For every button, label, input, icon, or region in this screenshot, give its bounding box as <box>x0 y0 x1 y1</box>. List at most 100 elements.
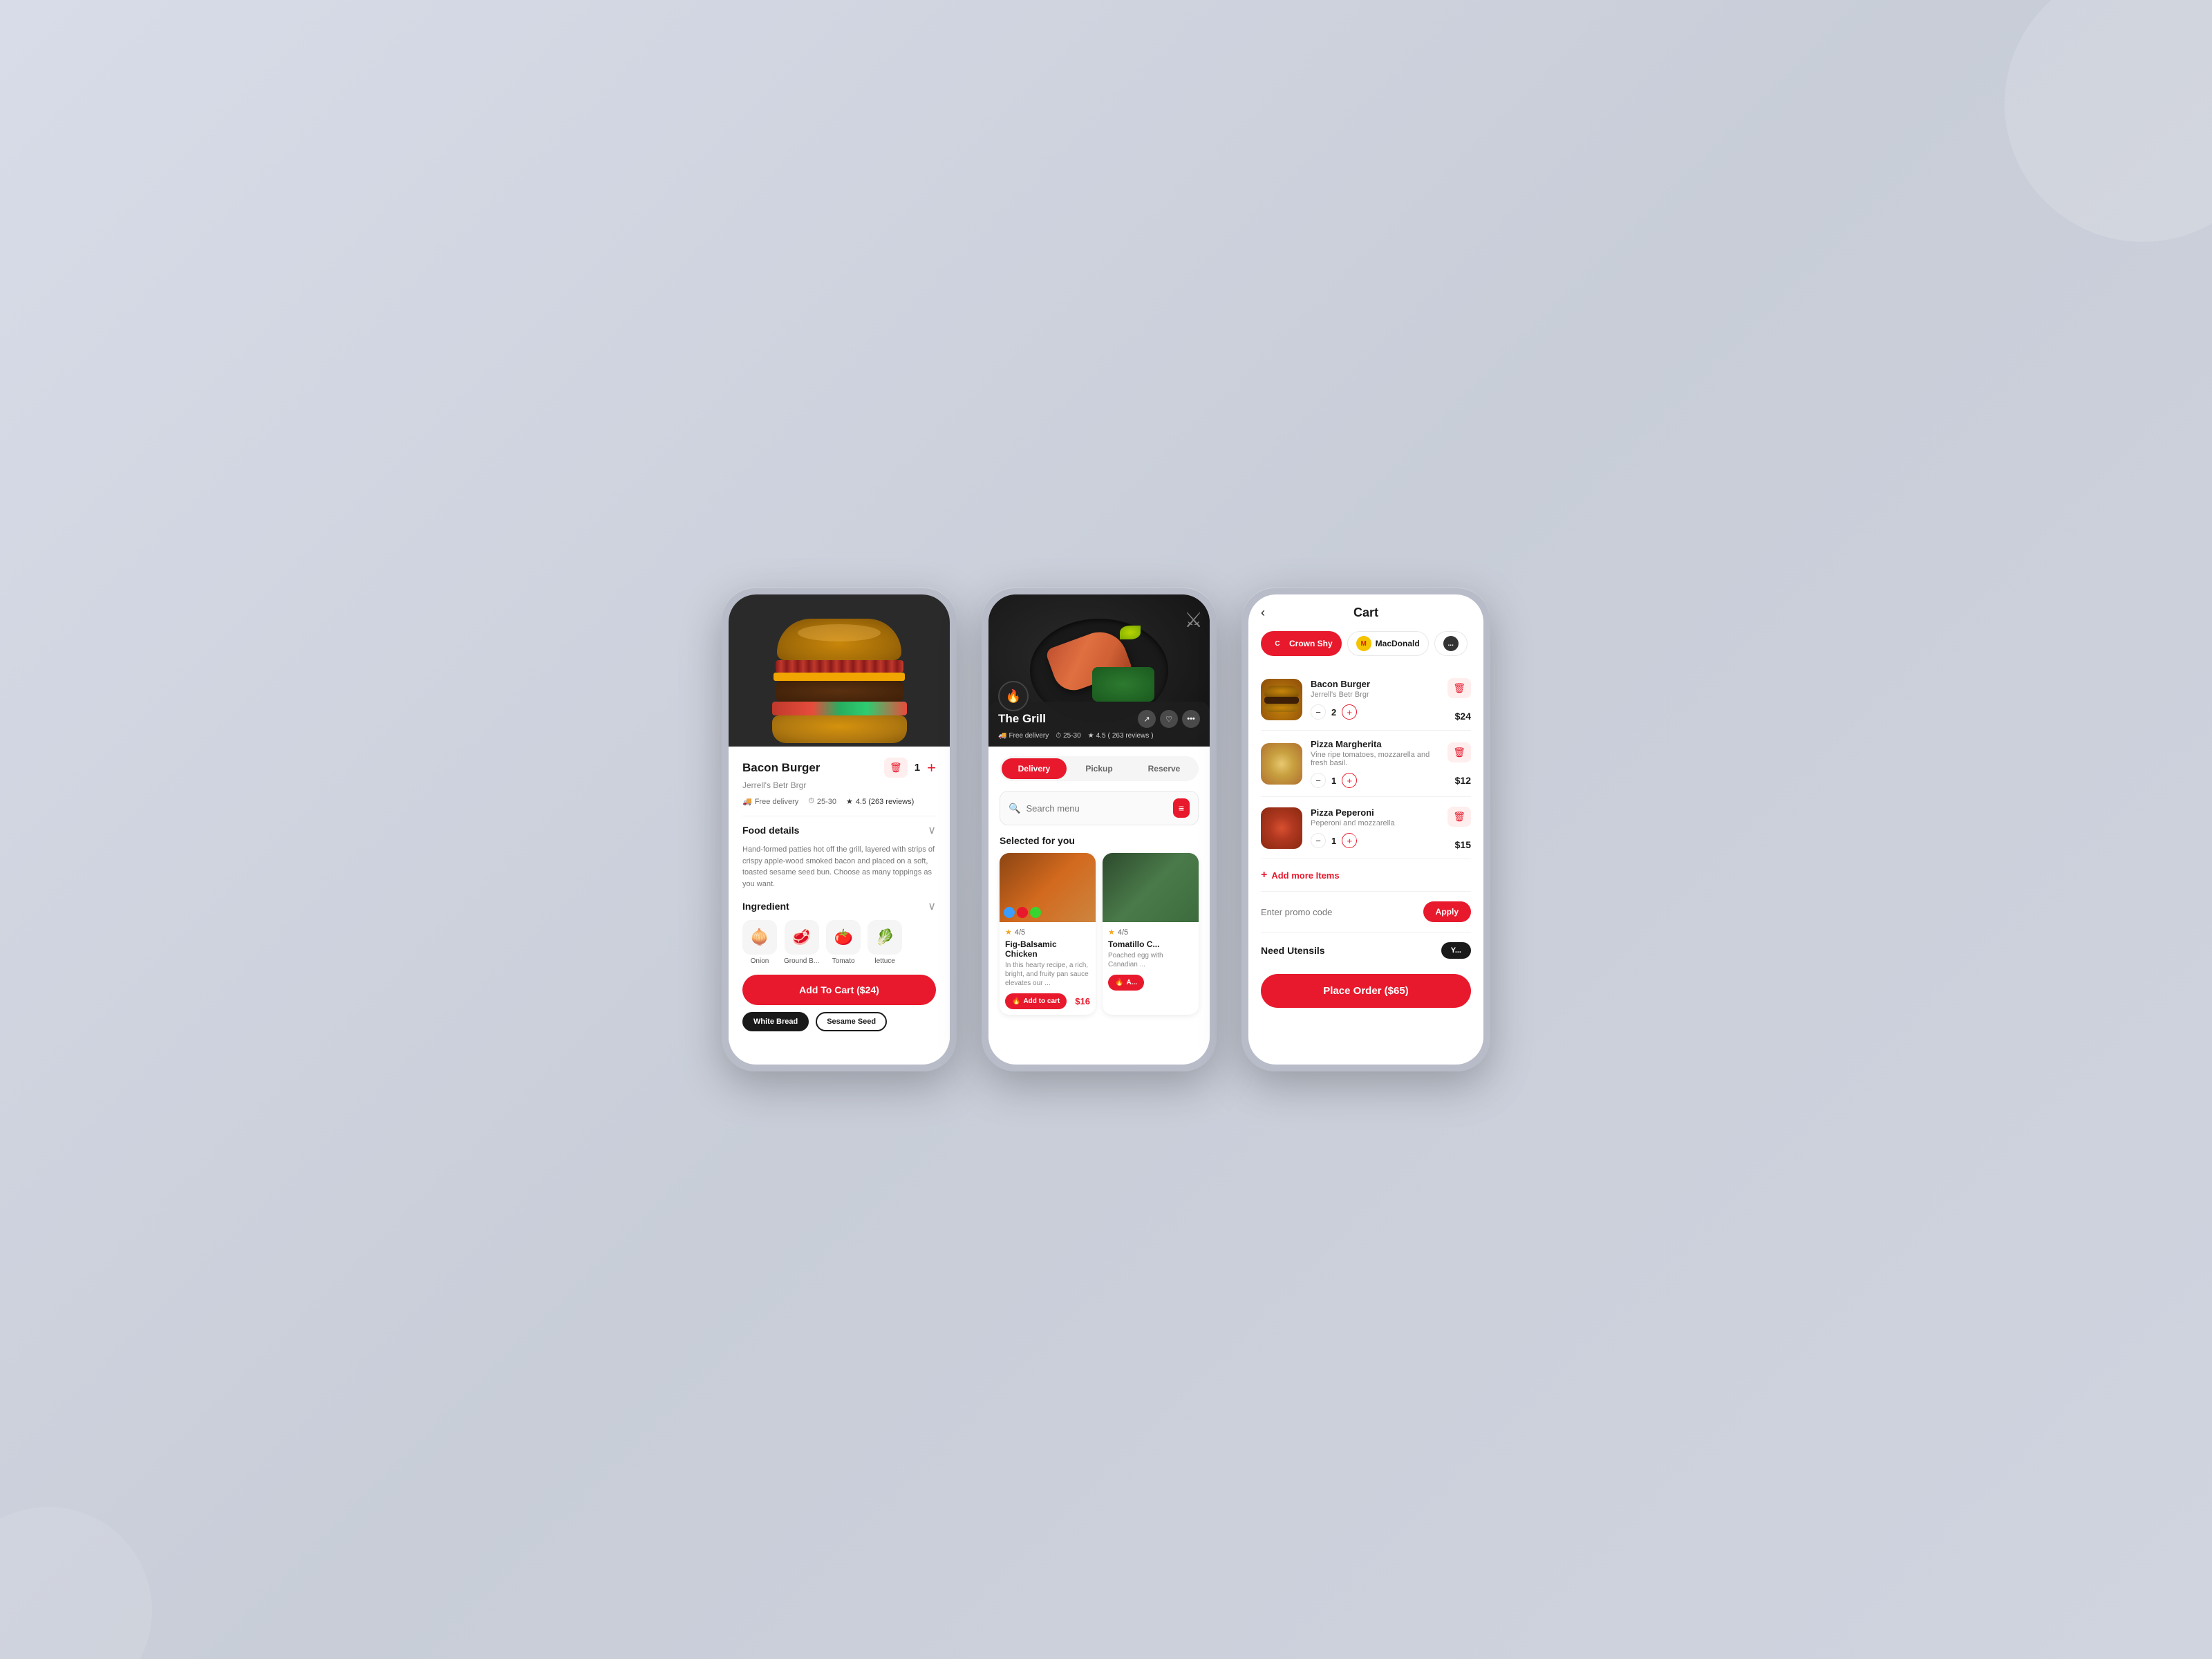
white-bread-option[interactable]: White Bread <box>742 1012 809 1031</box>
burger-minus-button[interactable]: − <box>1311 704 1326 720</box>
share-button[interactable]: ↗ <box>1138 710 1156 728</box>
fig-card-footer: 🔥 Add to cart $16 <box>1005 993 1090 1009</box>
rating-text: ★ 4.5 (263 reviews) <box>846 797 914 806</box>
restaurant-hero: ⚔ 🔥 The Grill ↗ ♡ ••• <box>988 594 1210 747</box>
ingredient-onion[interactable]: 🧅 Onion <box>742 920 777 965</box>
cart-item-burger: Bacon Burger Jerrell's Betr Brgr − 2 + 🗑… <box>1261 668 1471 731</box>
cart-header: ‹ Cart <box>1261 606 1471 620</box>
fig-chicken-image <box>1000 853 1096 922</box>
more-button[interactable]: ••• <box>1182 710 1200 728</box>
food-details-header[interactable]: Food details ∨ <box>742 823 936 837</box>
place-order-button[interactable]: Place Order ($65) <box>1261 974 1471 1008</box>
cart-item-margherita: Pizza Margherita Vine ripe tomatoes, moz… <box>1261 731 1471 797</box>
add-more-items[interactable]: + Add more Items <box>1261 859 1471 892</box>
margherita-plus-button[interactable]: + <box>1342 773 1357 788</box>
search-bar: 🔍 ≡ <box>1000 791 1199 825</box>
burger-delete-button[interactable]: 🗑 <box>1447 678 1471 698</box>
time-meta: ⏱ 25-30 <box>1056 732 1080 740</box>
fig-chicken-name: Fig-Balsamic Chicken <box>1005 939 1090 959</box>
margherita-cart-image <box>1261 743 1302 785</box>
ingredient-lettuce[interactable]: 🥬 lettuce <box>868 920 902 965</box>
margherita-minus-button[interactable]: − <box>1311 773 1326 788</box>
food-description: Hand-formed patties hot off the grill, l… <box>742 844 936 890</box>
utensils-section: Need Utensils Y... <box>1261 932 1471 968</box>
restaurant-info-overlay: 🔥 The Grill ↗ ♡ ••• 🚚 Free delive <box>988 702 1210 747</box>
onion-icon: 🧅 <box>742 920 777 955</box>
add-tomatillo-button[interactable]: 🔥 A... <box>1108 975 1144 991</box>
food-detail-content: Bacon Burger 🗑 1 + Jerrell's Betr Brgr 🚚… <box>729 747 950 1042</box>
item-name: Bacon Burger <box>742 761 820 775</box>
bookmark-button[interactable]: ♡ <box>1160 710 1178 728</box>
tomatillo-rating-value: 4/5 <box>1118 928 1128 937</box>
third-restaurant-tab[interactable]: ... <box>1434 631 1468 656</box>
lime-wedge <box>1120 626 1141 639</box>
macdonald-logo: M <box>1356 636 1371 651</box>
ingredient-tomato[interactable]: 🍅 Tomato <box>826 920 861 965</box>
greens-garnish <box>1092 667 1154 702</box>
promo-code-input[interactable] <box>1261 907 1416 917</box>
add-more-label: Add more Items <box>1271 870 1339 881</box>
restaurant-logo: 🔥 <box>998 681 1029 711</box>
peperoni-minus-button[interactable]: − <box>1311 833 1326 848</box>
reserve-tab[interactable]: Reserve <box>1132 758 1197 779</box>
margherita-image-render <box>1261 743 1302 785</box>
delivery-tab[interactable]: Delivery <box>1002 758 1067 779</box>
ingredient-ground-beef[interactable]: 🥩 Ground B... <box>784 920 819 965</box>
ingredient-title: Ingredient <box>742 901 789 912</box>
time-text: ⏱ 25-30 <box>808 797 836 806</box>
share-buttons: ↗ ♡ ••• <box>1138 710 1200 728</box>
filter-button[interactable]: ≡ <box>1173 798 1190 818</box>
margherita-delete-button[interactable]: 🗑 <box>1447 742 1471 762</box>
back-button[interactable]: ‹ <box>1261 606 1265 620</box>
margherita-cart-info: Pizza Margherita Vine ripe tomatoes, moz… <box>1311 739 1439 788</box>
burger-cart-info: Bacon Burger Jerrell's Betr Brgr − 2 + <box>1311 679 1439 720</box>
rating-meta: ★ 4.5 (263 reviews) <box>1088 732 1154 740</box>
food-card-fig: ★ 4/5 Fig-Balsamic Chicken In this heart… <box>1000 853 1096 1015</box>
delete-button[interactable]: 🗑 <box>884 758 908 778</box>
burger-quantity-controls: − 2 + <box>1311 704 1439 720</box>
tomatillo-card-body: ★ 4/5 Tomatillo C... Poached egg with Ca… <box>1103 922 1199 996</box>
search-icon: 🔍 <box>1009 803 1020 814</box>
peperoni-image-render <box>1261 807 1302 849</box>
apply-promo-button[interactable]: Apply <box>1423 901 1471 922</box>
burger-cart-name: Bacon Burger <box>1311 679 1439 689</box>
trash-icon: 🗑 <box>890 762 902 774</box>
tomatillo-card-footer: 🔥 A... <box>1108 975 1193 991</box>
order-type-tabs: Delivery Pickup Reserve <box>1000 756 1199 781</box>
food-card-tomatillo: ★ 4/5 Tomatillo C... Poached egg with Ca… <box>1103 853 1199 1015</box>
peperoni-price: $15 <box>1455 839 1471 850</box>
restaurant-name: The Grill <box>998 712 1046 726</box>
margherita-cart-name: Pizza Margherita <box>1311 739 1439 749</box>
clock-meta-icon: ⏱ <box>1056 732 1061 740</box>
bread-options: White Bread Sesame Seed <box>742 1012 936 1031</box>
pickup-tab[interactable]: Pickup <box>1067 758 1132 779</box>
delivery-text: 🚚 Free delivery <box>742 797 798 806</box>
item-subtitle: Jerrell's Betr Brgr <box>742 780 936 790</box>
item-header: Bacon Burger 🗑 1 + <box>742 758 936 778</box>
search-input[interactable] <box>1026 803 1167 814</box>
screens-container: Bacon Burger 🗑 1 + Jerrell's Betr Brgr 🚚… <box>722 588 1490 1071</box>
quantity-plus-button[interactable]: + <box>927 759 936 777</box>
ground-beef-label: Ground B... <box>784 957 819 965</box>
delivery-meta: 🚚 Free delivery <box>998 732 1049 740</box>
crown-shy-tab[interactable]: C Crown Shy <box>1261 631 1342 656</box>
burger-plus-button[interactable]: + <box>1342 704 1357 720</box>
sesame-seed-option[interactable]: Sesame Seed <box>816 1012 887 1031</box>
utensils-yes-button[interactable]: Y... <box>1441 942 1471 959</box>
margherita-quantity-controls: − 1 + <box>1311 773 1439 788</box>
rating-value: 4/5 <box>1015 928 1025 937</box>
promo-section: Apply <box>1261 892 1471 932</box>
cart-item-peperoni: Pizza Peperoni Peperoni and mozzarella −… <box>1261 797 1471 859</box>
tomatillo-desc: Poached egg with Canadian ... <box>1108 951 1193 969</box>
burger-price: $24 <box>1455 711 1471 722</box>
ingredient-chevron-icon: ∨ <box>928 899 936 913</box>
utensils-toggle: Y... <box>1441 942 1471 959</box>
peperoni-delete-button[interactable]: 🗑 <box>1447 807 1471 827</box>
macdonald-tab[interactable]: M MacDonald <box>1347 631 1429 656</box>
screen-cart: ‹ Cart C Crown Shy M MacDonald ... <box>1248 594 1483 1065</box>
add-to-cart-button[interactable]: Add To Cart ($24) <box>742 975 936 1005</box>
ingredient-header[interactable]: Ingredient ∨ <box>742 899 936 913</box>
star-icon: ★ <box>846 797 853 806</box>
star-icon: ★ <box>1005 928 1012 937</box>
add-fig-to-cart-button[interactable]: 🔥 Add to cart <box>1005 993 1067 1009</box>
